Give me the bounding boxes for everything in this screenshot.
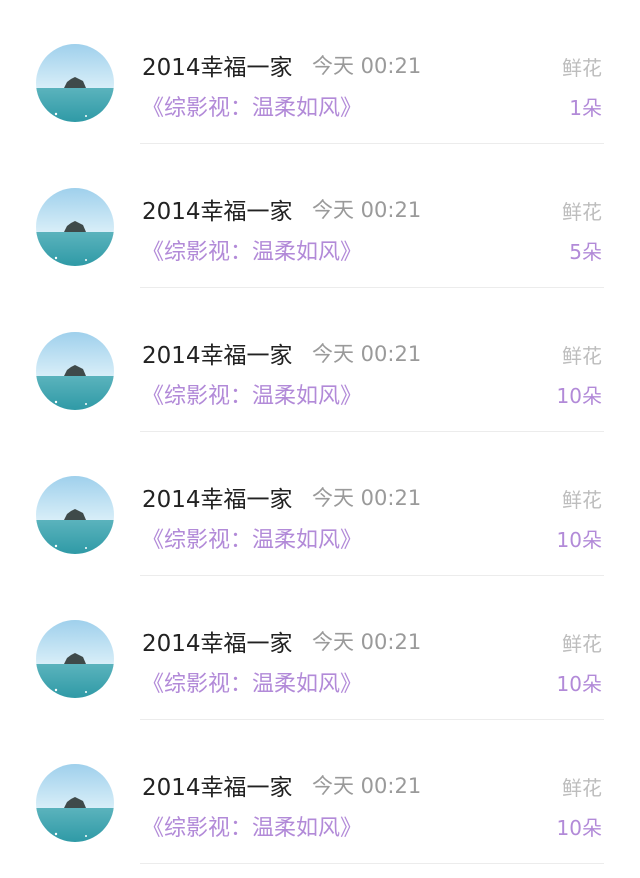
gift-type-label: 鲜花 [562, 56, 602, 80]
timestamp: 今天 00:21 [312, 774, 422, 798]
avatar[interactable] [36, 332, 114, 410]
list-item[interactable]: 2014幸福一家 今天 00:21 鲜花 《综影视：温柔如风》 1朵 [0, 0, 640, 144]
avatar[interactable] [36, 44, 114, 122]
gift-type-label: 鲜花 [562, 200, 602, 224]
timestamp: 今天 00:21 [312, 198, 422, 222]
work-title-link[interactable]: 《综影视：温柔如风》 [142, 90, 362, 122]
list-item[interactable]: 2014幸福一家 今天 00:21 鲜花 《综影视：温柔如风》 10朵 [0, 432, 640, 576]
gift-count: 10朵 [556, 672, 602, 696]
gift-type-label: 鲜花 [562, 488, 602, 512]
work-title-link[interactable]: 《综影视：温柔如风》 [142, 666, 362, 698]
timestamp: 今天 00:21 [312, 486, 422, 510]
avatar[interactable] [36, 476, 114, 554]
timestamp: 今天 00:21 [312, 54, 422, 78]
work-title-link[interactable]: 《综影视：温柔如风》 [142, 378, 362, 410]
work-title-link[interactable]: 《综影视：温柔如风》 [142, 522, 362, 554]
list-item[interactable]: 2014幸福一家 今天 00:21 鲜花 《综影视：温柔如风》 10朵 [0, 720, 640, 864]
user-name[interactable]: 2014幸福一家 [142, 624, 293, 658]
gift-type-label: 鲜花 [562, 344, 602, 368]
list-item[interactable]: 2014幸福一家 今天 00:21 鲜花 《综影视：温柔如风》 10朵 [0, 288, 640, 432]
timestamp: 今天 00:21 [312, 342, 422, 366]
gift-count: 10朵 [556, 384, 602, 408]
user-name[interactable]: 2014幸福一家 [142, 48, 293, 82]
gift-count: 1朵 [569, 96, 602, 120]
user-name[interactable]: 2014幸福一家 [142, 192, 293, 226]
gift-type-label: 鲜花 [562, 632, 602, 656]
list-item[interactable]: 2014幸福一家 今天 00:21 鲜花 《综影视：温柔如风》 10朵 [0, 576, 640, 720]
gift-count: 5朵 [569, 240, 602, 264]
list-item[interactable]: 2014幸福一家 今天 00:21 鲜花 《综影视：温柔如风》 5朵 [0, 144, 640, 288]
user-name[interactable]: 2014幸福一家 [142, 336, 293, 370]
avatar[interactable] [36, 188, 114, 266]
timestamp: 今天 00:21 [312, 630, 422, 654]
user-name[interactable]: 2014幸福一家 [142, 768, 293, 802]
avatar[interactable] [36, 764, 114, 842]
gift-count: 10朵 [556, 528, 602, 552]
work-title-link[interactable]: 《综影视：温柔如风》 [142, 810, 362, 842]
gift-record-list: 2014幸福一家 今天 00:21 鲜花 《综影视：温柔如风》 1朵 2014幸… [0, 0, 640, 864]
gift-type-label: 鲜花 [562, 776, 602, 800]
user-name[interactable]: 2014幸福一家 [142, 480, 293, 514]
avatar[interactable] [36, 620, 114, 698]
work-title-link[interactable]: 《综影视：温柔如风》 [142, 234, 362, 266]
gift-count: 10朵 [556, 816, 602, 840]
row-divider [140, 863, 604, 864]
